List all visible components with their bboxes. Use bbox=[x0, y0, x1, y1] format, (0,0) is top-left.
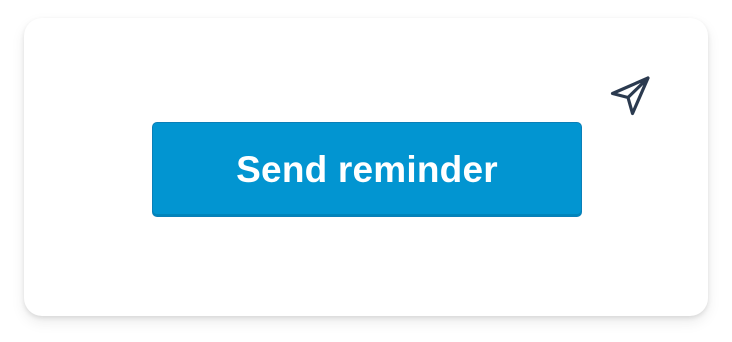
send-reminder-button[interactable]: Send reminder bbox=[152, 122, 582, 217]
paper-plane-icon bbox=[608, 74, 652, 118]
reminder-card: Send reminder bbox=[24, 18, 708, 316]
